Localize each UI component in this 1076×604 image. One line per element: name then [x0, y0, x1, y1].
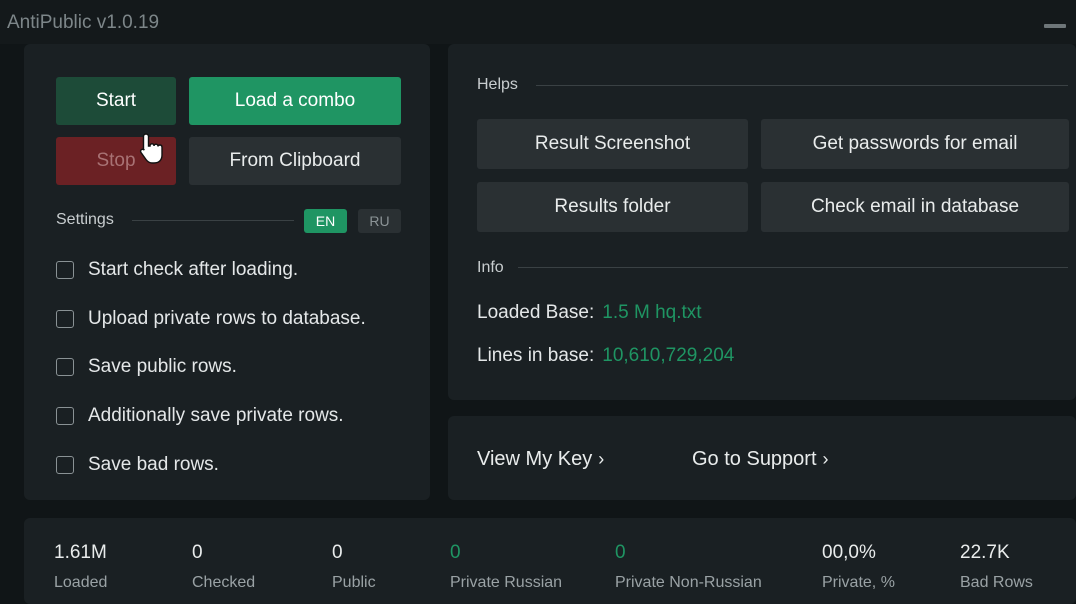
stat-label: Checked [192, 574, 256, 591]
chevron-right-icon: › [598, 449, 605, 469]
view-my-key-link[interactable]: View My Key › [477, 448, 604, 471]
option-save-public[interactable]: Save public rows. [56, 354, 237, 380]
stat-label: Private Russian [450, 574, 563, 591]
info-divider [518, 267, 1068, 268]
stat-label: Public [332, 574, 376, 591]
lines-in-base-value: 10,610,729,204 [602, 345, 735, 366]
helps-divider [536, 85, 1068, 86]
stat-private-russian: 0 Private Russian [450, 542, 562, 592]
result-screenshot-button[interactable]: Result Screenshot [477, 119, 748, 169]
stat-value: 0 [450, 542, 461, 563]
option-label: Additionally save private rows. [88, 405, 344, 426]
lines-in-base-row: Lines in base: 10,610,729,204 [477, 345, 734, 367]
loaded-base-row: Loaded Base: 1.5 M hq.txt [477, 302, 702, 324]
lang-en-button[interactable]: EN [304, 209, 347, 233]
links-panel: View My Key › Go to Support › [448, 416, 1076, 500]
from-clipboard-button[interactable]: From Clipboard [189, 137, 401, 185]
option-start-check[interactable]: Start check after loading. [56, 257, 298, 283]
option-label: Start check after loading. [88, 259, 299, 280]
option-save-private[interactable]: Additionally save private rows. [56, 403, 344, 429]
info-label: Info [477, 259, 504, 276]
stats-bar: 1.61M Loaded 0 Checked 0 Public 0 Privat… [24, 518, 1076, 604]
checkbox[interactable] [56, 261, 74, 279]
stat-bad-rows: 22.7K Bad Rows [960, 542, 1033, 592]
settings-label: Settings [56, 211, 114, 228]
go-to-support-link[interactable]: Go to Support › [692, 448, 829, 471]
stat-label: Bad Rows [960, 574, 1033, 591]
load-combo-button[interactable]: Load a combo [189, 77, 401, 125]
option-label: Save bad rows. [88, 454, 219, 475]
stat-label: Loaded [54, 574, 108, 591]
start-button[interactable]: Start [56, 77, 176, 125]
option-save-bad[interactable]: Save bad rows. [56, 452, 219, 478]
controls-panel: Start Load a combo Stop From Clipboard S… [24, 44, 430, 500]
stat-label: Private, % [822, 574, 895, 591]
stat-loaded: 1.61M Loaded [54, 542, 107, 592]
lines-in-base-label: Lines in base: [477, 345, 595, 366]
checkbox[interactable] [56, 456, 74, 474]
stat-private-percent: 00,0% Private, % [822, 542, 895, 592]
stat-value: 1.61M [54, 542, 107, 563]
app-title: AntiPublic v1.0.19 [7, 12, 160, 33]
results-folder-button[interactable]: Results folder [477, 182, 748, 232]
stat-value: 22.7K [960, 542, 1010, 563]
get-passwords-button[interactable]: Get passwords for email [761, 119, 1069, 169]
stat-value: 0 [615, 542, 626, 563]
view-my-key-label: View My Key [477, 448, 593, 470]
helps-label: Helps [477, 76, 518, 93]
helps-panel: Helps Result Screenshot Get passwords fo… [448, 44, 1076, 400]
loaded-base-label: Loaded Base: [477, 302, 595, 323]
stat-value: 0 [332, 542, 343, 563]
checkbox[interactable] [56, 407, 74, 425]
stat-value: 0 [192, 542, 203, 563]
stat-private-non-russian: 0 Private Non-Russian [615, 542, 762, 592]
option-label: Save public rows. [88, 356, 237, 377]
check-email-button[interactable]: Check email in database [761, 182, 1069, 232]
stat-checked: 0 Checked [192, 542, 255, 592]
checkbox[interactable] [56, 358, 74, 376]
settings-divider [132, 220, 294, 221]
go-to-support-label: Go to Support [692, 448, 817, 470]
minimize-icon[interactable] [1044, 24, 1066, 28]
loaded-base-value: 1.5 M hq.txt [602, 302, 702, 323]
lang-ru-button[interactable]: RU [358, 209, 401, 233]
option-label: Upload private rows to database. [88, 308, 366, 329]
title-bar: AntiPublic v1.0.19 [0, 0, 1076, 44]
chevron-right-icon: › [822, 449, 829, 469]
checkbox[interactable] [56, 310, 74, 328]
hand-cursor-icon [139, 133, 163, 164]
stat-value: 00,0% [822, 542, 876, 563]
option-upload-private[interactable]: Upload private rows to database. [56, 306, 366, 332]
stat-public: 0 Public [332, 542, 376, 592]
stat-label: Private Non-Russian [615, 574, 762, 591]
